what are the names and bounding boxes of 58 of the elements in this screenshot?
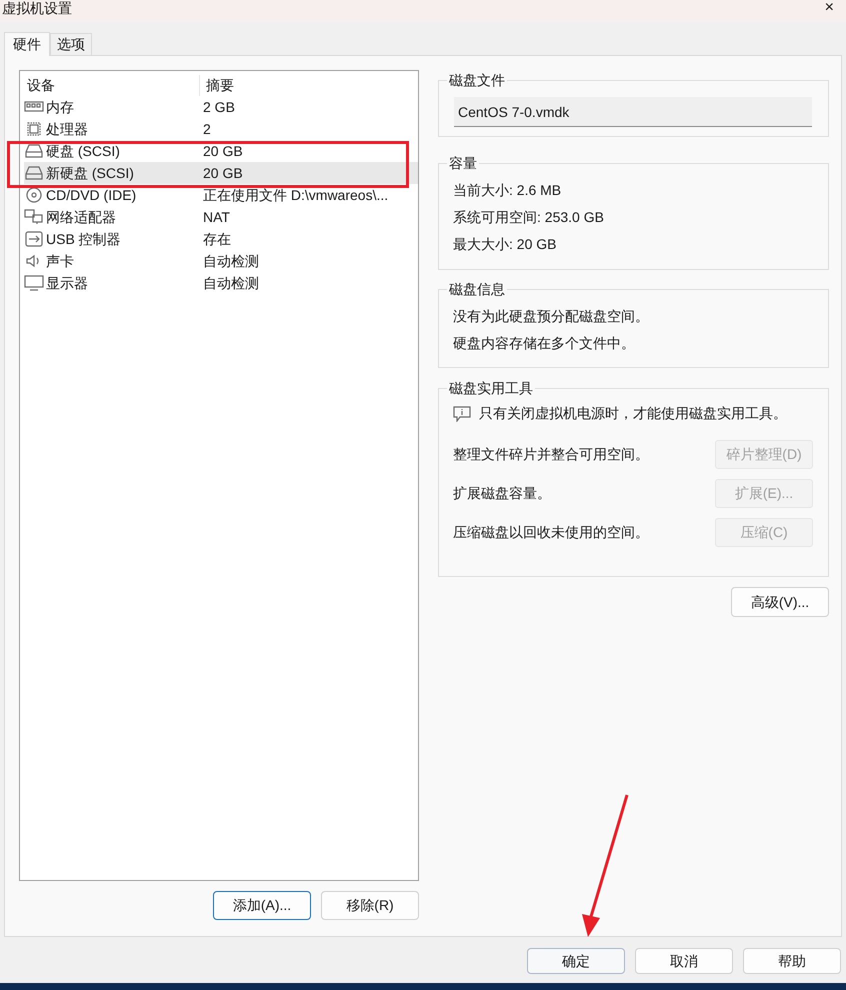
- device-summary: 存在: [203, 230, 231, 248]
- device-name: 显示器: [46, 274, 88, 292]
- device-row[interactable]: 处理器 2: [24, 118, 418, 140]
- window-title: 虚拟机设置: [2, 0, 72, 16]
- note-text: 只有关闭虚拟机电源时，才能使用磁盘实用工具。: [479, 404, 787, 423]
- dialog-button[interactable]: 取消: [635, 948, 733, 974]
- close-button[interactable]: ×: [824, 0, 834, 16]
- disc-icon: [24, 187, 44, 203]
- device-name: USB 控制器: [46, 230, 121, 248]
- tab[interactable]: 选项: [50, 33, 92, 55]
- device-summary: 2 GB: [203, 98, 235, 116]
- group-title: 磁盘实用工具: [447, 379, 535, 397]
- device-row[interactable]: 显示器 自动检测: [24, 272, 418, 294]
- device-row[interactable]: 声卡 自动检测: [24, 250, 418, 272]
- device-row[interactable]: 内存 2 GB: [24, 96, 418, 118]
- dialog-button[interactable]: 帮助: [743, 948, 841, 974]
- group-title: 容量: [447, 154, 479, 172]
- device-summary: NAT: [203, 208, 230, 226]
- device-summary: 自动检测: [203, 274, 259, 292]
- device-summary: 20 GB: [203, 164, 243, 182]
- info-line: 硬盘内容存储在多个文件中。: [453, 334, 636, 353]
- column-header: 摘要: [205, 76, 234, 94]
- device-row[interactable]: USB 控制器 存在: [24, 228, 418, 250]
- group-title: 磁盘信息: [447, 280, 507, 298]
- device-name: 新硬盘 (SCSI): [46, 164, 134, 183]
- dialog-button[interactable]: 确定: [527, 948, 625, 974]
- device-name: 硬盘 (SCSI): [46, 142, 120, 161]
- device-summary: 自动检测: [203, 252, 259, 270]
- device-name: CD/DVD (IDE): [46, 186, 136, 205]
- disk-file-field[interactable]: CentOS 7-0.vmdk: [454, 97, 812, 127]
- capacity-line: 最大大小: 20 GB: [453, 235, 558, 254]
- device-name: 内存: [46, 98, 74, 116]
- advanced-button[interactable]: 高级(V)...: [731, 587, 829, 617]
- action-description: 整理文件碎片并整合可用空间。: [453, 445, 649, 464]
- device-summary: 2: [203, 120, 211, 138]
- group-title: 磁盘文件: [447, 71, 507, 89]
- device-name: 处理器: [46, 120, 88, 138]
- usb-icon: [24, 231, 44, 247]
- device-row[interactable]: 硬盘 (SCSI) 20 GB: [24, 140, 418, 162]
- action-description: 扩展磁盘容量。: [453, 484, 551, 503]
- monitor-icon: [24, 275, 44, 291]
- device-row[interactable]: 新硬盘 (SCSI) 20 GB: [24, 162, 418, 184]
- info-icon: [453, 406, 471, 422]
- device-summary: 正在使用文件 D:\vmwareos\...: [203, 186, 388, 204]
- device-summary: 20 GB: [203, 142, 243, 160]
- tab[interactable]: 硬件: [4, 32, 50, 56]
- info-line: 没有为此硬盘预分配磁盘空间。: [453, 307, 650, 326]
- device-name: 网络适配器: [46, 208, 116, 226]
- capacity-line: 当前大小: 2.6 MB: [453, 181, 562, 200]
- list-button[interactable]: 添加(A)...: [213, 891, 311, 920]
- device-name: 声卡: [46, 252, 74, 270]
- column-header: 设备: [24, 74, 200, 96]
- network-icon: [24, 209, 44, 225]
- device-row[interactable]: 网络适配器 NAT: [24, 206, 418, 228]
- capacity-line: 系统可用空间: 253.0 GB: [453, 208, 605, 227]
- list-button[interactable]: 移除(R): [321, 891, 419, 920]
- device-row[interactable]: CD/DVD (IDE) 正在使用文件 D:\vmwareos\...: [24, 184, 418, 206]
- action-description: 压缩磁盘以回收未使用的空间。: [453, 523, 649, 542]
